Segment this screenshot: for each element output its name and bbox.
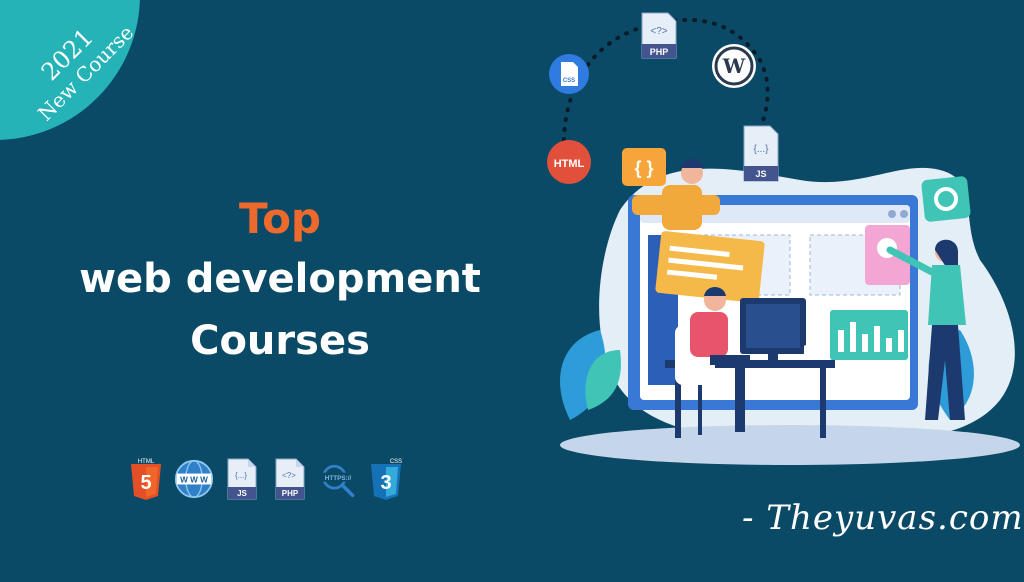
headline-top: Top [239,194,321,243]
floor [560,425,1020,465]
site-signature: - Theyuvas.com [742,498,1024,538]
www-icon: W W W [174,456,214,502]
css-orbit-label: CSS [563,78,575,84]
js-orbit-icon: {...} JS [743,125,779,182]
css3-label: CSS [390,459,402,465]
php-orbit-label: PHP [650,47,669,57]
svg-text:W: W [722,54,746,78]
coffee-mug [804,345,816,359]
sitting-person-torso [690,312,728,357]
svg-text:3: 3 [380,472,391,494]
js-label: JS [237,489,247,498]
headline: Top web development Courses [0,190,560,372]
banner: 2021 New Course Top web development Cour… [0,0,1024,582]
developer-illustration: { } CSS HTML <?> PHP W {...} JS [540,0,1024,470]
headline-line2: Courses [190,318,370,364]
css3-icon: 3 CSS [366,456,406,502]
php-orbit-icon: <?> PHP [641,12,677,59]
php-label: PHP [282,489,299,498]
js-orbit-label: JS [755,169,766,179]
svg-text:5: 5 [140,472,151,494]
js-orbit-code: {...} [753,144,769,155]
php-file-icon: <?> PHP [270,456,310,502]
tech-icon-row: 5 HTML W W W {...} JS <?> PHP HTTPS:// 3… [126,456,406,502]
https-label: HTTPS:// [325,475,352,482]
html5-label: HTML [138,459,155,465]
js-file-icon: {...} JS [222,456,262,502]
html5-icon: 5 HTML [126,456,166,502]
top-person-torso [662,185,702,230]
js-code-label: {...} [235,471,247,480]
gear-card [921,176,971,222]
braces-label: { } [634,158,653,178]
www-label: W W W [180,476,208,485]
https-icon: HTTPS:// [318,456,358,502]
headline-line1: web development [79,256,481,302]
php-orbit-code: <?> [650,26,667,37]
illustration-svg: { } CSS HTML <?> PHP W {...} JS [547,12,1020,465]
php-code-label: <?> [282,471,296,480]
html-orbit-label: HTML [554,158,585,170]
